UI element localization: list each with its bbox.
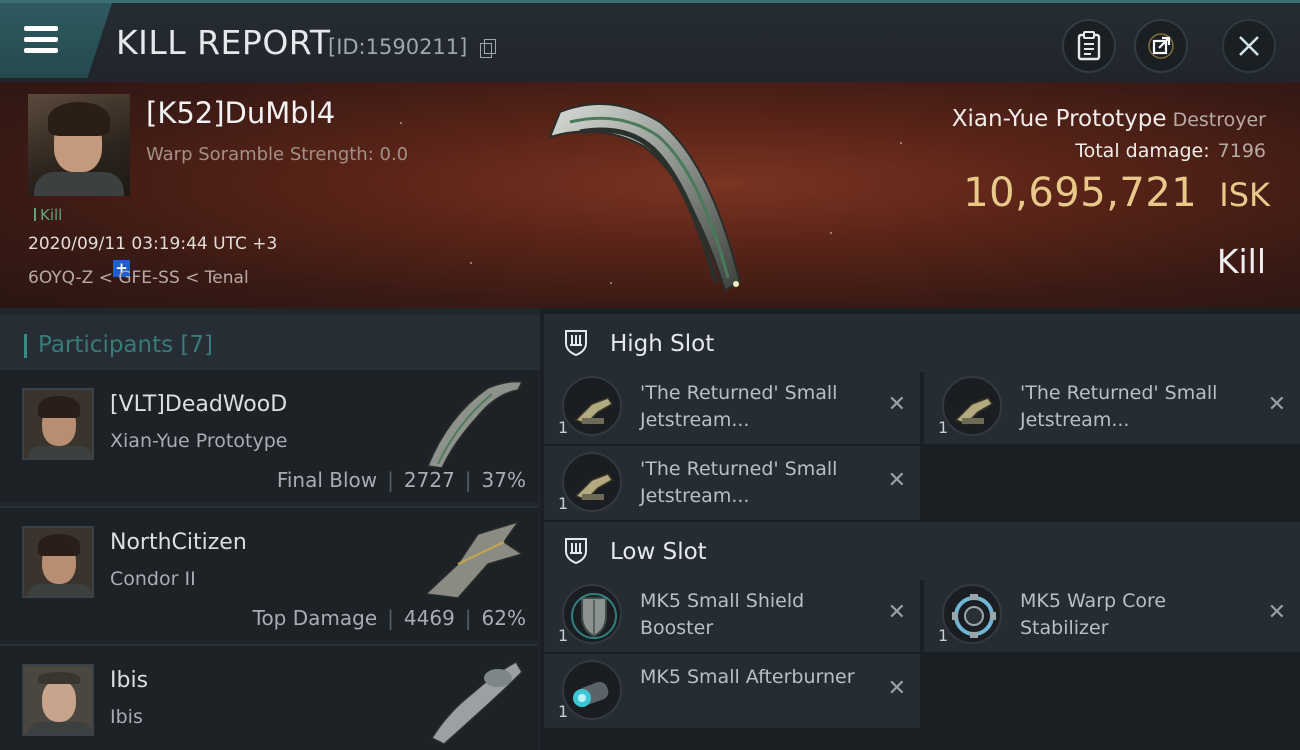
ship-name[interactable]: Xian-Yue Prototype — [952, 106, 1167, 132]
participant-ship: Condor II — [110, 568, 196, 590]
warp-core-stabilizer-icon — [942, 584, 1002, 644]
participant-damage: 4469 — [403, 606, 455, 630]
participant-stats: Final Blow | 2727 | 37% — [276, 468, 526, 492]
page-title: KILL REPORT — [116, 23, 331, 62]
participants-panel: Participants [7] [VLT]DeadWooD Xian-Yue … — [0, 308, 540, 750]
module-name: 'The Returned' Small Jetstream... — [1020, 382, 1218, 431]
slot-shield-icon — [565, 330, 587, 356]
module-quantity: 1 — [558, 702, 569, 721]
participant-role: Top Damage — [252, 606, 378, 630]
close-icon — [1239, 36, 1259, 56]
kill-tag: Kill — [34, 206, 62, 224]
result-label: Kill — [1216, 242, 1266, 281]
ship-class: Destroyer — [1172, 109, 1266, 131]
clipboard-icon — [1077, 31, 1101, 61]
top-bar: KILL REPORT [ID:1590211] — [0, 0, 1300, 82]
menu-button[interactable] — [0, 3, 112, 78]
total-damage-label: Total damage: — [1075, 140, 1210, 162]
remove-module-icon[interactable]: ✕ — [1268, 392, 1286, 417]
victim-summary: + [K52]DuMbl4 Warp Soramble Strength: 0.… — [0, 82, 1300, 308]
avatar — [22, 664, 94, 736]
participant-ship-image — [430, 660, 523, 744]
participant-percent: 37% — [481, 468, 526, 492]
isk-unit: ISK — [1219, 176, 1270, 214]
shield-booster-icon — [562, 584, 622, 644]
avatar — [22, 526, 94, 598]
participant-ship: Xian-Yue Prototype — [110, 430, 288, 452]
module-quantity: 1 — [558, 494, 569, 513]
participant-role: Final Blow — [276, 468, 378, 492]
low-slot-header: Low Slot — [544, 522, 1300, 580]
hamburger-icon — [24, 26, 58, 54]
participant-name: NorthCitizen — [110, 530, 247, 555]
low-slot-title: Low Slot — [610, 539, 707, 565]
afterburner-icon — [562, 660, 622, 720]
jetstream-module-icon — [562, 452, 622, 512]
module-name: 'The Returned' Small Jetstream... — [640, 458, 838, 507]
fittings-panel: High Slot 1 'The Returned' Small Jetstre… — [540, 308, 1300, 750]
module-quantity: 1 — [558, 626, 569, 645]
destroyed-ship-image — [548, 103, 742, 292]
remove-module-icon[interactable]: ✕ — [888, 392, 906, 417]
module-item[interactable]: 1 MK5 Small Afterburner ✕ — [544, 654, 920, 728]
avatar — [22, 388, 94, 460]
remove-module-icon[interactable]: ✕ — [888, 676, 906, 701]
module-name: 'The Returned' Small Jetstream... — [640, 382, 838, 431]
isk-value: 10,695,721 — [963, 170, 1198, 216]
module-item[interactable]: 1 'The Returned' Small Jetstream... ✕ — [544, 370, 920, 444]
module-name: MK5 Small Afterburner — [640, 666, 855, 688]
participants-header: Participants [7] — [0, 314, 540, 370]
module-item[interactable]: 1 MK5 Small Shield Booster ✕ — [544, 578, 920, 652]
participant-ship: Ibis — [110, 706, 143, 728]
victim-name[interactable]: [K52]DuMbl4 — [146, 96, 335, 130]
share-icon — [1148, 33, 1174, 59]
participant-ship-image — [424, 520, 524, 599]
high-slot-header: High Slot — [544, 314, 1300, 372]
kill-timestamp: 2020/09/11 03:19:44 UTC +3 — [28, 234, 278, 254]
participants-title: Participants [7] — [38, 332, 213, 358]
remove-module-icon[interactable]: ✕ — [888, 600, 906, 625]
module-item[interactable]: 1 'The Returned' Small Jetstream... ✕ — [544, 446, 920, 520]
participant-name: [VLT]DeadWooD — [110, 392, 288, 417]
jetstream-module-icon — [562, 376, 622, 436]
module-name: MK5 Warp Core Stabilizer — [1020, 590, 1167, 639]
module-quantity: 1 — [938, 418, 949, 437]
module-item[interactable]: 1 'The Returned' Small Jetstream... ✕ — [924, 370, 1300, 444]
participant-damage: 2727 — [403, 468, 455, 492]
module-item[interactable]: 1 MK5 Warp Core Stabilizer ✕ — [924, 578, 1300, 652]
warp-scramble-strength: Warp Soramble Strength: 0.0 — [146, 144, 409, 165]
remove-module-icon[interactable]: ✕ — [888, 468, 906, 493]
report-id: [ID:1590211] — [328, 35, 468, 59]
copy-icon[interactable] — [480, 39, 496, 58]
high-slot-title: High Slot — [610, 331, 715, 357]
participant-row[interactable]: NorthCitizen Condor II Top Damage | 4469 | 6… — [0, 506, 538, 640]
module-quantity: 1 — [558, 418, 569, 437]
participant-row[interactable]: Ibis Ibis — [0, 644, 538, 750]
module-name: MK5 Small Shield Booster — [640, 590, 805, 639]
victim-avatar[interactable] — [28, 94, 130, 196]
slot-shield-icon — [565, 538, 587, 564]
participant-stats: Top Damage | 4469 | 62% — [252, 606, 526, 630]
module-quantity: 1 — [938, 626, 949, 645]
share-button[interactable] — [1134, 19, 1188, 73]
clipboard-button[interactable] — [1062, 19, 1116, 73]
remove-module-icon[interactable]: ✕ — [1268, 600, 1286, 625]
kill-location: 6OYQ-Z < GFE-SS < Tenal — [28, 268, 249, 288]
total-damage-value: 7196 — [1217, 140, 1266, 162]
participant-ship-image — [426, 380, 524, 468]
participant-percent: 62% — [481, 606, 526, 630]
jetstream-module-icon — [942, 376, 1002, 436]
participant-row[interactable]: [VLT]DeadWooD Xian-Yue Prototype Final B… — [0, 368, 538, 502]
participant-name: Ibis — [110, 668, 149, 693]
close-button[interactable] — [1222, 19, 1276, 73]
